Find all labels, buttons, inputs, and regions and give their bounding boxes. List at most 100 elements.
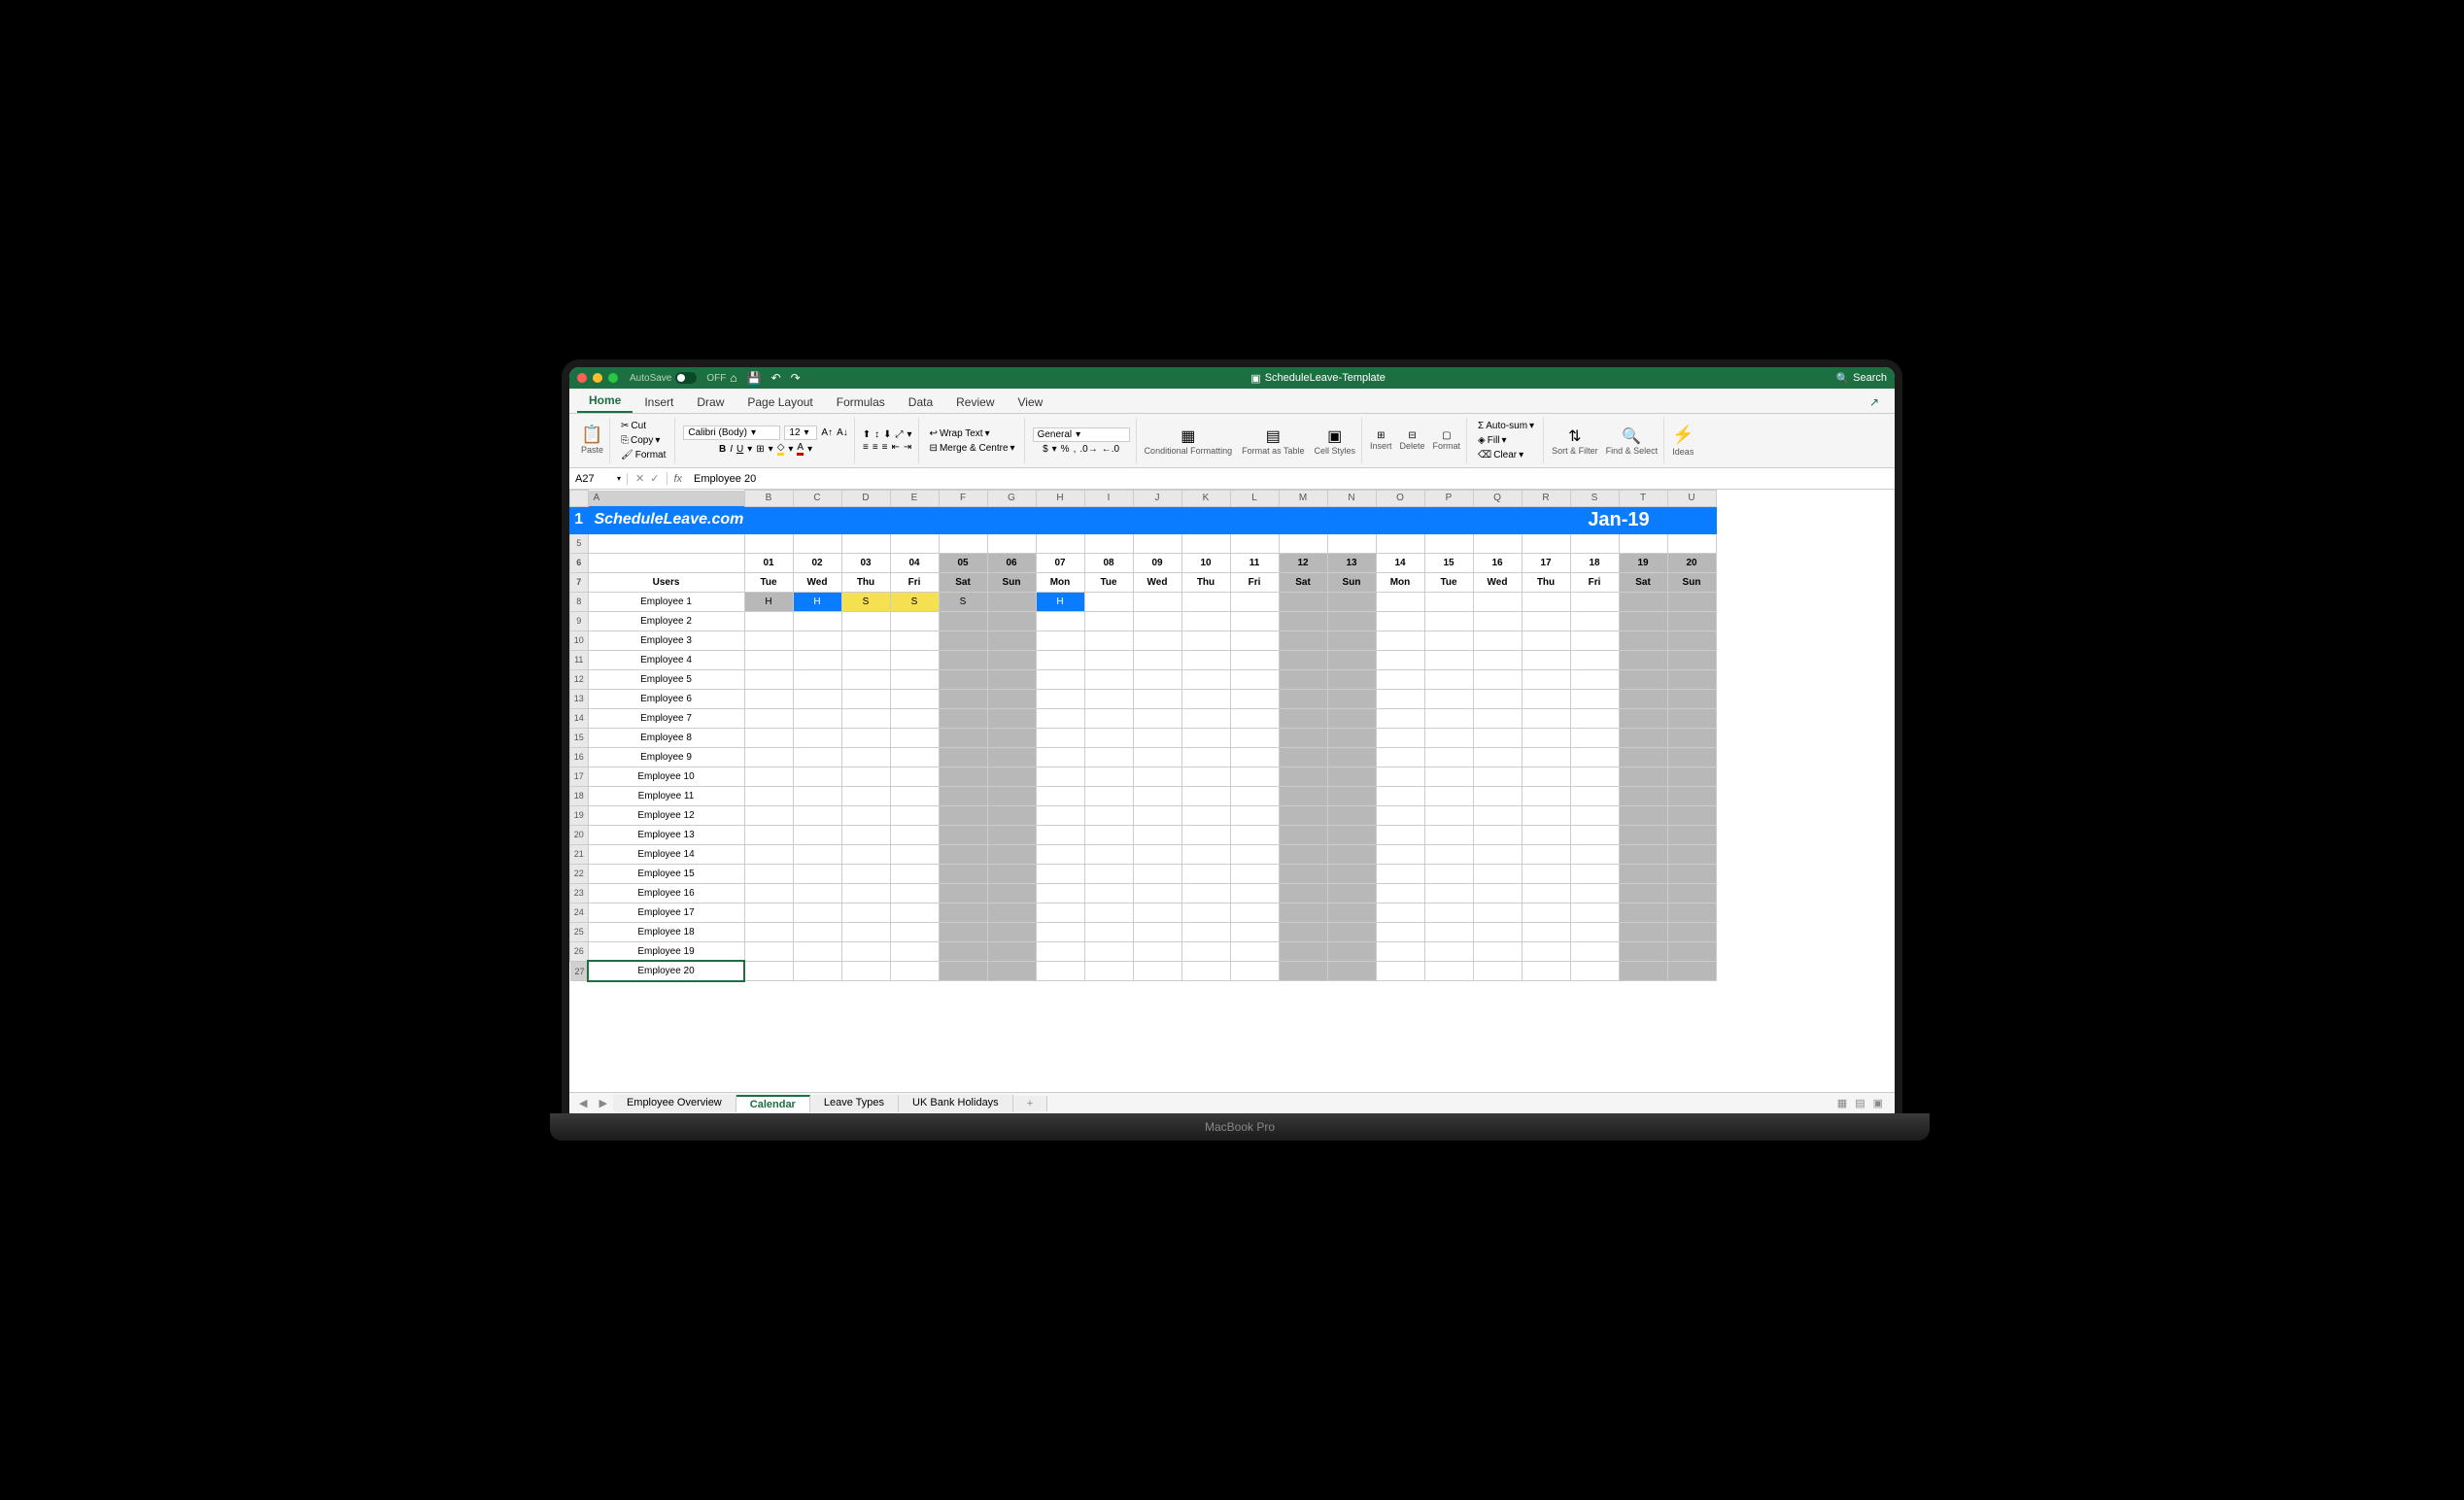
cell[interactable]	[1036, 533, 1084, 553]
cell[interactable]	[939, 883, 987, 903]
cell[interactable]	[1036, 708, 1084, 728]
cell[interactable]	[1230, 650, 1279, 669]
cell[interactable]	[1667, 533, 1716, 553]
ribbon-tab-formulas[interactable]: Formulas	[825, 392, 897, 413]
cell[interactable]	[1570, 825, 1619, 844]
accept-formula-icon[interactable]: ✓	[650, 472, 659, 485]
orientation-icon[interactable]: ⤢	[896, 429, 904, 440]
cell[interactable]	[1327, 903, 1376, 922]
cell[interactable]	[1473, 689, 1522, 708]
cell[interactable]	[1424, 650, 1473, 669]
row-header[interactable]: 14	[570, 708, 589, 728]
cell[interactable]	[1084, 689, 1133, 708]
cell[interactable]	[793, 805, 841, 825]
view-normal-icon[interactable]: ▦	[1837, 1097, 1847, 1109]
cell[interactable]	[841, 650, 890, 669]
cell[interactable]	[1327, 533, 1376, 553]
cell[interactable]	[939, 903, 987, 922]
sheet-tab-calendar[interactable]: Calendar	[736, 1095, 810, 1112]
save-icon[interactable]: 💾	[747, 371, 762, 385]
cell[interactable]: 17	[1522, 553, 1570, 572]
find-select-icon[interactable]: 🔍	[1606, 426, 1659, 446]
cell[interactable]: Employee 20	[588, 961, 744, 981]
cell[interactable]	[1424, 592, 1473, 611]
cell[interactable]	[939, 786, 987, 805]
cell[interactable]	[1133, 611, 1181, 631]
cell[interactable]	[1230, 805, 1279, 825]
column-header[interactable]: N	[1327, 491, 1376, 507]
row-header[interactable]: 16	[570, 747, 589, 767]
cell[interactable]	[1522, 611, 1570, 631]
cell[interactable]	[744, 844, 793, 864]
cell[interactable]	[1619, 611, 1667, 631]
cell[interactable]: Thu	[841, 572, 890, 592]
cell[interactable]	[1133, 883, 1181, 903]
fill-button[interactable]: ◈ Fill ▾	[1475, 434, 1510, 447]
cell[interactable]	[1424, 631, 1473, 650]
cell[interactable]	[1473, 708, 1522, 728]
cell[interactable]: S	[841, 592, 890, 611]
cell[interactable]	[1181, 883, 1230, 903]
cell[interactable]	[1619, 786, 1667, 805]
row-header[interactable]: 9	[570, 611, 589, 631]
paste-icon[interactable]: 📋	[585, 427, 600, 443]
cell[interactable]	[939, 922, 987, 941]
cell[interactable]	[890, 533, 939, 553]
row-header[interactable]: 6	[570, 553, 589, 572]
cell[interactable]	[1133, 592, 1181, 611]
cell[interactable]	[1133, 631, 1181, 650]
cell[interactable]	[939, 747, 987, 767]
cell[interactable]	[1473, 883, 1522, 903]
cell[interactable]	[1522, 864, 1570, 883]
cell[interactable]	[1473, 611, 1522, 631]
cell[interactable]	[793, 825, 841, 844]
cell[interactable]	[890, 883, 939, 903]
cell-styles-button[interactable]: Cell Styles	[1314, 446, 1355, 456]
cell[interactable]	[744, 825, 793, 844]
cell[interactable]	[1522, 592, 1570, 611]
cell[interactable]: Employee 11	[588, 786, 744, 805]
row-header[interactable]: 20	[570, 825, 589, 844]
cell[interactable]	[1667, 611, 1716, 631]
search-icon[interactable]: 🔍	[1835, 372, 1849, 385]
cell[interactable]: Sun	[1327, 572, 1376, 592]
merge-centre-button[interactable]: ⊟Merge & Centre ▾	[927, 442, 1018, 455]
cell[interactable]	[1181, 728, 1230, 747]
cell[interactable]	[1181, 941, 1230, 961]
cell[interactable]	[939, 533, 987, 553]
cell[interactable]	[1084, 728, 1133, 747]
cell[interactable]	[841, 747, 890, 767]
cell[interactable]	[939, 611, 987, 631]
cell[interactable]	[1279, 747, 1327, 767]
cell[interactable]	[793, 903, 841, 922]
cell[interactable]	[1036, 650, 1084, 669]
cancel-formula-icon[interactable]: ✕	[635, 472, 644, 485]
cell[interactable]	[1327, 669, 1376, 689]
cell[interactable]	[1181, 708, 1230, 728]
cell[interactable]	[793, 728, 841, 747]
ribbon-tab-review[interactable]: Review	[944, 392, 1006, 413]
cell[interactable]	[1570, 669, 1619, 689]
cell[interactable]: 13	[1327, 553, 1376, 572]
cell[interactable]	[1667, 864, 1716, 883]
cell[interactable]	[1279, 689, 1327, 708]
column-header[interactable]: E	[890, 491, 939, 507]
cell[interactable]	[987, 941, 1036, 961]
name-box[interactable]: A27▾	[569, 473, 628, 485]
sheet-tab-leave-types[interactable]: Leave Types	[810, 1095, 899, 1112]
cell[interactable]: Employee 15	[588, 864, 744, 883]
cell[interactable]	[1424, 767, 1473, 786]
cell[interactable]	[1570, 961, 1619, 981]
cell[interactable]	[793, 961, 841, 981]
column-header[interactable]: S	[1570, 491, 1619, 507]
cell[interactable]	[793, 922, 841, 941]
cell[interactable]	[1084, 825, 1133, 844]
cell[interactable]	[939, 631, 987, 650]
cell[interactable]	[1036, 631, 1084, 650]
cell[interactable]	[1279, 650, 1327, 669]
cell[interactable]	[1473, 592, 1522, 611]
cell[interactable]	[1230, 767, 1279, 786]
cell[interactable]	[1376, 631, 1424, 650]
cell[interactable]	[890, 864, 939, 883]
cell[interactable]	[744, 631, 793, 650]
